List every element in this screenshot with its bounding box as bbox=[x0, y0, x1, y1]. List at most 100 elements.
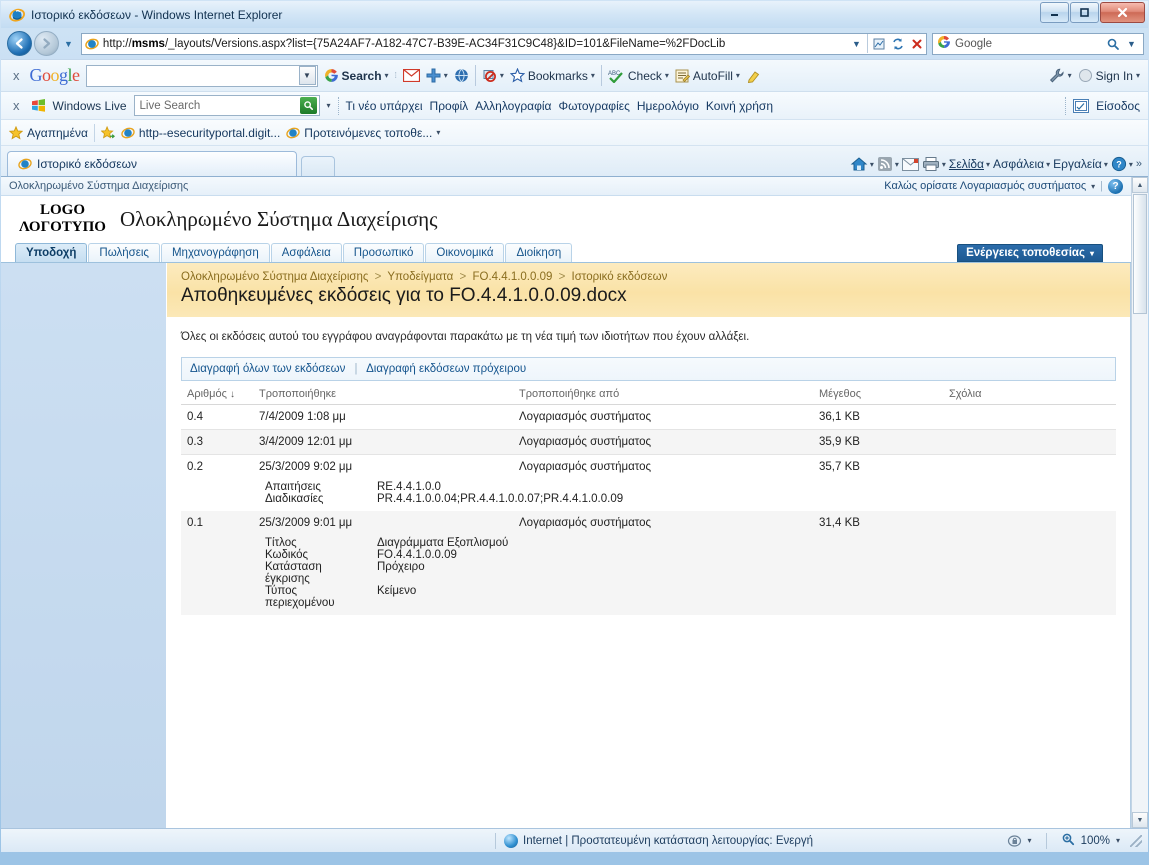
search-provider-caret-icon[interactable]: ▼ bbox=[1122, 34, 1141, 54]
page-menu-button[interactable]: Σελίδα ▾ bbox=[949, 157, 990, 171]
share-button[interactable]: ▾ bbox=[426, 68, 448, 83]
live-link-mail[interactable]: Αλληλογραφία bbox=[475, 99, 551, 113]
chevron-down-icon[interactable]: ▾ bbox=[444, 71, 448, 80]
chevron-down-icon[interactable]: ▾ bbox=[1129, 160, 1133, 169]
help-menu-button[interactable]: ? ▾ bbox=[1111, 156, 1133, 172]
google-search-history-caret-icon[interactable]: ▼ bbox=[298, 66, 316, 85]
favorite-item-esecurityportal[interactable]: http--esecurityportal.digit... bbox=[121, 126, 280, 140]
cell-modified-by[interactable]: Λογαριασμός συστήματος bbox=[513, 429, 813, 455]
recent-pages-caret-icon[interactable]: ▼ bbox=[61, 39, 76, 49]
autofill-button[interactable]: AutoFill ▾ bbox=[675, 69, 740, 83]
breadcrumb-item-document[interactable]: FO.4.4.1.0.0.09 bbox=[472, 271, 552, 283]
cell-modified-by[interactable]: Λογαριασμός συστήματος bbox=[513, 455, 813, 480]
forward-button[interactable] bbox=[34, 31, 59, 56]
privacy-report-icon[interactable] bbox=[1007, 833, 1022, 848]
cell-modified-date[interactable]: 3/4/2009 12:01 μμ bbox=[253, 429, 513, 455]
address-input[interactable]: http://msms/_layouts/Versions.aspx?list=… bbox=[80, 32, 927, 55]
chevron-down-icon[interactable]: ▾ bbox=[1091, 182, 1095, 191]
page-scrollbar[interactable]: ▲ ▼ bbox=[1131, 177, 1148, 828]
site-actions-menu[interactable]: Ενέργειες τοποθεσίας ▾ bbox=[957, 244, 1103, 262]
stop-icon[interactable] bbox=[907, 34, 926, 54]
spellcheck-button[interactable]: ABC Check ▾ bbox=[608, 69, 669, 83]
maximize-button[interactable] bbox=[1070, 2, 1099, 23]
live-link-whats-new[interactable]: Τι νέο υπάρχει bbox=[346, 99, 423, 113]
chevron-down-icon[interactable]: ▾ bbox=[870, 160, 874, 169]
delete-draft-versions-link[interactable]: Διαγραφή εκδόσεων πρόχειρου bbox=[366, 363, 526, 375]
bookmarks-button[interactable]: Bookmarks ▾ bbox=[509, 68, 595, 83]
chevron-down-icon[interactable]: ▾ bbox=[591, 71, 595, 80]
google-signin-button[interactable]: Sign In ▾ bbox=[1078, 68, 1140, 83]
chevron-down-icon[interactable]: ▾ bbox=[1068, 71, 1072, 80]
chevron-down-icon[interactable]: ▾ bbox=[1116, 836, 1120, 845]
column-header-modified[interactable]: Τροποποιήθηκε bbox=[253, 383, 513, 405]
global-nav-title[interactable]: Ολοκληρωμένο Σύστημα Διαχείρισης bbox=[9, 180, 188, 192]
chevron-down-icon[interactable]: ▾ bbox=[1028, 836, 1032, 845]
gmail-button[interactable] bbox=[402, 69, 420, 82]
home-button[interactable]: ▾ bbox=[850, 156, 874, 172]
live-signin-icon[interactable] bbox=[1073, 98, 1090, 113]
print-button[interactable]: ▾ bbox=[922, 156, 946, 172]
search-magnifier-icon[interactable] bbox=[1103, 34, 1122, 54]
scroll-up-button[interactable]: ▲ bbox=[1132, 177, 1148, 193]
table-row[interactable]: 0.1 25/3/2009 9:01 μμ Λογαριασμός συστήμ… bbox=[181, 511, 1116, 535]
tools-menu-button[interactable]: Εργαλεία ▾ bbox=[1053, 157, 1108, 171]
mail-button[interactable] bbox=[901, 157, 919, 171]
live-search-input[interactable]: Live Search bbox=[133, 95, 320, 116]
scroll-down-button[interactable]: ▼ bbox=[1132, 812, 1148, 828]
close-google-toolbar-button[interactable]: x bbox=[9, 68, 24, 83]
close-live-toolbar-button[interactable]: x bbox=[9, 98, 24, 113]
toolbar-settings-button[interactable]: ▾ bbox=[1049, 68, 1072, 83]
cell-modified-by[interactable]: Λογαριασμός συστήματος bbox=[513, 511, 813, 535]
chevron-down-icon[interactable]: ▾ bbox=[385, 71, 389, 80]
column-header-size[interactable]: Μέγεθος bbox=[813, 383, 943, 405]
compatibility-view-icon[interactable] bbox=[869, 34, 888, 54]
column-header-number[interactable]: Αριθμός ↓ bbox=[181, 383, 253, 405]
chevron-down-icon[interactable]: ▾ bbox=[1136, 71, 1140, 80]
close-button[interactable] bbox=[1100, 2, 1145, 23]
resize-grip[interactable] bbox=[1130, 834, 1142, 847]
chevron-down-icon[interactable]: ▾ bbox=[895, 160, 899, 169]
table-row[interactable]: 0.2 25/3/2009 9:02 μμ Λογαριασμός συστήμ… bbox=[181, 455, 1116, 480]
add-to-favorites-icon[interactable] bbox=[100, 125, 115, 140]
translate-button[interactable] bbox=[454, 68, 469, 83]
safety-menu-button[interactable]: Ασφάλεια ▾ bbox=[993, 157, 1050, 171]
favorite-item-suggested-sites[interactable]: Προτεινόμενες τοποθε... ▾ bbox=[286, 126, 440, 140]
cell-modified-by[interactable]: Λογαριασμός συστήματος bbox=[513, 404, 813, 430]
chevron-down-icon[interactable]: ▾ bbox=[500, 71, 504, 80]
google-search-input[interactable]: ▼ bbox=[85, 64, 318, 87]
breadcrumb-item-site[interactable]: Ολοκληρωμένο Σύστημα Διαχείρισης bbox=[181, 271, 368, 283]
cell-modified-date[interactable]: 7/4/2009 1:08 μμ bbox=[253, 404, 513, 430]
chevron-down-icon[interactable]: ▾ bbox=[665, 71, 669, 80]
new-tab-button[interactable] bbox=[301, 156, 335, 176]
delete-all-versions-link[interactable]: Διαγραφή όλων των εκδόσεων bbox=[190, 363, 345, 375]
address-dropdown-icon[interactable]: ▼ bbox=[847, 34, 866, 54]
column-header-modified-by[interactable]: Τροποποιήθηκε από bbox=[513, 383, 813, 405]
favorites-button[interactable]: Αγαπημένα bbox=[9, 125, 88, 140]
highlighter-button[interactable] bbox=[746, 69, 761, 83]
live-search-caret-icon[interactable]: ▾ bbox=[327, 101, 331, 110]
chevron-down-icon[interactable]: ▾ bbox=[1104, 160, 1108, 169]
sp-tab-prosopiko[interactable]: Προσωπικό bbox=[342, 243, 425, 262]
sp-tab-ypodochi[interactable]: Υποδοχή bbox=[15, 243, 88, 262]
table-row[interactable]: 0.4 7/4/2009 1:08 μμ Λογαριασμός συστήμα… bbox=[181, 404, 1116, 430]
refresh-icon[interactable] bbox=[888, 34, 907, 54]
chevron-down-icon[interactable]: ▾ bbox=[736, 71, 740, 80]
chevron-down-icon[interactable]: ▾ bbox=[986, 160, 990, 169]
help-icon[interactable]: ? bbox=[1108, 178, 1123, 194]
live-link-sharing[interactable]: Κοινή χρήση bbox=[706, 99, 773, 113]
live-signin-label[interactable]: Είσοδος bbox=[1096, 99, 1140, 113]
live-link-photos[interactable]: Φωτογραφίες bbox=[559, 99, 630, 113]
chevron-down-icon[interactable]: ▾ bbox=[436, 128, 440, 137]
live-search-go-icon[interactable] bbox=[299, 97, 317, 114]
live-link-profile[interactable]: Προφίλ bbox=[430, 99, 469, 113]
sp-tab-asfaleia[interactable]: Ασφάλεια bbox=[270, 243, 342, 262]
zoom-level-label[interactable]: 100% bbox=[1081, 835, 1110, 847]
command-bar-overflow-icon[interactable]: » bbox=[1136, 158, 1142, 170]
cell-modified-date[interactable]: 25/3/2009 9:02 μμ bbox=[253, 455, 513, 480]
sp-tab-mixanografisi[interactable]: Μηχανογράφηση bbox=[160, 243, 270, 262]
scrollbar-thumb[interactable] bbox=[1133, 194, 1147, 314]
browser-tab-version-history[interactable]: Ιστορικό εκδόσεων bbox=[7, 151, 297, 176]
sp-tab-dioikisi[interactable]: Διοίκηση bbox=[505, 243, 573, 262]
column-header-comments[interactable]: Σχόλια bbox=[943, 383, 1116, 405]
table-row[interactable]: 0.3 3/4/2009 12:01 μμ Λογαριασμός συστήμ… bbox=[181, 429, 1116, 455]
